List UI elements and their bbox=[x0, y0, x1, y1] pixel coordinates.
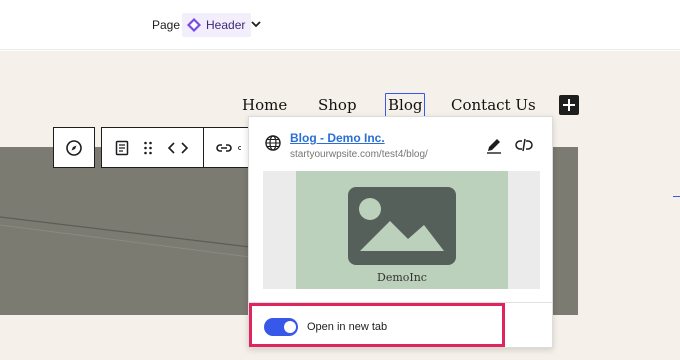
nav-item-contact[interactable]: Contact Us bbox=[451, 96, 536, 114]
selection-indicator bbox=[673, 196, 680, 197]
open-new-tab-highlight: Open in new tab bbox=[249, 303, 505, 347]
toggle-label: Open in new tab bbox=[307, 321, 388, 333]
navigation-compass-icon[interactable] bbox=[63, 137, 85, 159]
link-icon[interactable] bbox=[213, 137, 235, 159]
link-icon-partial[interactable] bbox=[237, 137, 247, 159]
preview-caption: DemoInc bbox=[377, 271, 427, 284]
link-preview-image: DemoInc bbox=[296, 171, 508, 289]
editor-top-bar: Page Header bbox=[0, 0, 680, 50]
drag-handle-icon[interactable] bbox=[137, 137, 159, 159]
page-label: Page bbox=[152, 18, 181, 32]
chevron-down-icon[interactable] bbox=[249, 17, 263, 31]
template-chip[interactable]: Header bbox=[182, 13, 252, 37]
toolbar-divider bbox=[203, 128, 204, 167]
block-toolbar-parent bbox=[53, 127, 95, 168]
link-url: startyourwpsite.com/test4/blog/ bbox=[290, 149, 428, 160]
move-arrows-icon[interactable] bbox=[167, 137, 189, 159]
image-placeholder-icon bbox=[348, 187, 456, 265]
block-toolbar bbox=[101, 127, 249, 168]
globe-icon bbox=[265, 135, 281, 151]
open-in-new-tab-toggle[interactable] bbox=[264, 318, 298, 336]
template-part-icon bbox=[187, 18, 201, 32]
add-block-button[interactable] bbox=[559, 95, 579, 115]
template-name: Header bbox=[206, 18, 246, 32]
nav-item-shop[interactable]: Shop bbox=[318, 96, 357, 114]
edit-pencil-icon[interactable] bbox=[485, 136, 503, 154]
page-icon[interactable] bbox=[111, 137, 133, 159]
nav-item-blog[interactable]: Blog bbox=[385, 93, 426, 118]
link-popover: Blog - Demo Inc. startyourwpsite.com/tes… bbox=[248, 116, 553, 348]
link-title[interactable]: Blog - Demo Inc. bbox=[290, 131, 385, 145]
nav-item-home[interactable]: Home bbox=[242, 96, 287, 114]
unlink-icon[interactable] bbox=[515, 136, 533, 154]
